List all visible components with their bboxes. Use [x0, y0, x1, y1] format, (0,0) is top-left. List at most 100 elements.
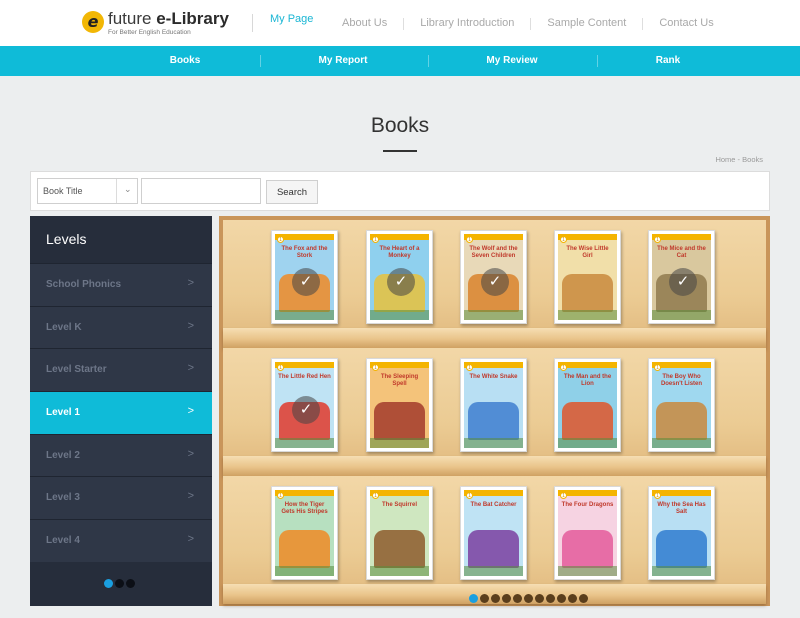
book-illustration: [562, 530, 613, 568]
book-item[interactable]: 1 The Four Dragons: [554, 486, 621, 580]
my-page-link[interactable]: My Page: [270, 13, 313, 25]
book-cover: 1 The Four Dragons: [558, 490, 617, 576]
bookshelf-pager-dot[interactable]: [502, 594, 511, 603]
book-item[interactable]: 1 The Man and the Lion: [554, 358, 621, 452]
book-cover: 1 The Fox and the Stork ✓: [275, 234, 334, 320]
book-illustration: [374, 402, 425, 440]
bookshelf-pager-dot[interactable]: [491, 594, 500, 603]
tab-rank[interactable]: Rank: [588, 46, 748, 76]
sidebar-item-label: Level 3: [46, 492, 80, 504]
book-cover: 1 The Sleeping Spell: [370, 362, 429, 448]
book-illustration: [656, 530, 707, 568]
tab-my-report[interactable]: My Report: [263, 46, 423, 76]
sidebar-item-level-3[interactable]: Level 3 >: [30, 476, 212, 520]
search-type-select[interactable]: Book Title ⌄: [37, 178, 138, 204]
sidebar-item-label: Level K: [46, 321, 82, 333]
sidebar-item-level-k[interactable]: Level K >: [30, 305, 212, 349]
bookshelf-pager-dot[interactable]: [568, 594, 577, 603]
search-button[interactable]: Search: [266, 180, 318, 204]
book-cover: 1 How the Tiger Gets His Stripes: [275, 490, 334, 576]
sidebar-item-level-starter[interactable]: Level Starter >: [30, 348, 212, 392]
chevron-right-icon: >: [187, 405, 194, 418]
logo-name: future e-Library: [108, 9, 229, 28]
book-item[interactable]: 1 Why the Sea Has Salt: [648, 486, 715, 580]
chevron-right-icon: >: [187, 319, 194, 332]
nav-contact-us[interactable]: Contact Us: [659, 17, 713, 30]
sidebar-item-level-2[interactable]: Level 2 >: [30, 433, 212, 477]
page-title: Books: [370, 114, 430, 137]
book-illustration: [656, 402, 707, 440]
sidebar-pager-dot[interactable]: [115, 579, 124, 588]
sidebar-item-school-phonics[interactable]: School Phonics >: [30, 263, 212, 306]
book-item[interactable]: 1 The Sleeping Spell: [366, 358, 433, 452]
level-badge-icon: 1: [560, 364, 567, 371]
sidebar-item-level-1[interactable]: Level 1 >: [30, 391, 212, 434]
read-check-icon: ✓: [387, 268, 415, 296]
book-item[interactable]: 1 The Boy Who Doesn't Listen: [648, 358, 715, 452]
book-item[interactable]: 1 The Mice and the Cat ✓: [648, 230, 715, 324]
bookshelf-pager-dot[interactable]: [557, 594, 566, 603]
bookshelf-pager-dot[interactable]: [524, 594, 533, 603]
tab-my-review[interactable]: My Review: [432, 46, 592, 76]
book-illustration: [468, 402, 519, 440]
book-cover: 1 The White Snake: [464, 362, 523, 448]
book-title: The Mice and the Cat: [657, 246, 706, 259]
tab-books[interactable]: Books: [105, 46, 265, 76]
book-title: The Sleeping Spell: [380, 374, 419, 387]
bookshelf-pager-dot[interactable]: [513, 594, 522, 603]
level-badge-icon: 1: [277, 492, 284, 499]
book-item[interactable]: 1 The White Snake: [460, 358, 527, 452]
level-badge-icon: 1: [372, 236, 379, 243]
level-badge-icon: 1: [466, 492, 473, 499]
level-badge-icon: 1: [560, 236, 567, 243]
book-title: The Fox and the Stork: [281, 246, 328, 259]
sidebar-item-level-4[interactable]: Level 4 >: [30, 519, 212, 562]
book-cover: 1 The Wise Little Girl: [558, 234, 617, 320]
read-check-icon: ✓: [292, 396, 320, 424]
book-item[interactable]: 1 The Fox and the Stork ✓: [271, 230, 338, 324]
chevron-down-icon: ⌄: [124, 184, 132, 194]
book-item[interactable]: 1 The Heart of a Monkey ✓: [366, 230, 433, 324]
bookshelf-pager-dot[interactable]: [546, 594, 555, 603]
book-cover: 1 The Heart of a Monkey ✓: [370, 234, 429, 320]
nav-sample-content[interactable]: Sample Content: [547, 17, 626, 30]
site-header: e future e-Library For Better English Ed…: [0, 0, 800, 46]
sidebar-title: Levels: [46, 231, 87, 247]
book-title: The Bat Catcher: [470, 502, 517, 508]
level-badge-icon: 1: [466, 236, 473, 243]
book-item[interactable]: 1 The Little Red Hen ✓: [271, 358, 338, 452]
level-badge-icon: 1: [466, 364, 473, 371]
book-cover: 1 The Mice and the Cat ✓: [652, 234, 711, 320]
nav-library-introduction[interactable]: Library Introduction: [420, 17, 514, 30]
bookshelf-pager-dot[interactable]: [480, 594, 489, 603]
level-badge-icon: 1: [654, 492, 661, 499]
read-check-icon: ✓: [481, 268, 509, 296]
sidebar-pager: [104, 579, 137, 588]
bookshelf-pager: [469, 594, 590, 603]
search-input[interactable]: [141, 178, 261, 204]
nav-about-us[interactable]: About Us: [342, 17, 387, 30]
logo-e-icon: e: [82, 11, 104, 33]
sidebar-pager-dot[interactable]: [104, 579, 113, 588]
book-item[interactable]: 1 The Squirrel: [366, 486, 433, 580]
read-check-icon: ✓: [669, 268, 697, 296]
book-title: The Wolf and the Seven Children: [469, 246, 518, 259]
bookshelf-pager-dot[interactable]: [579, 594, 588, 603]
book-title: The Heart of a Monkey: [379, 246, 420, 259]
sidebar-pager-dot[interactable]: [126, 579, 135, 588]
book-cover: 1 The Man and the Lion: [558, 362, 617, 448]
book-title: The Squirrel: [381, 502, 417, 508]
book-title: The Man and the Lion: [563, 374, 612, 387]
book-illustration: [374, 530, 425, 568]
read-check-icon: ✓: [292, 268, 320, 296]
book-item[interactable]: 1 The Bat Catcher: [460, 486, 527, 580]
book-item[interactable]: 1 The Wolf and the Seven Children ✓: [460, 230, 527, 324]
bookshelf: 1 The Fox and the Stork ✓ 1 The Heart of a M…: [219, 216, 770, 606]
book-title: Why the Sea Has Salt: [657, 502, 706, 515]
book-item[interactable]: 1 The Wise Little Girl: [554, 230, 621, 324]
chevron-right-icon: >: [187, 490, 194, 503]
bookshelf-pager-dot[interactable]: [469, 594, 478, 603]
book-item[interactable]: 1 How the Tiger Gets His Stripes: [271, 486, 338, 580]
site-logo[interactable]: e future e-Library For Better English Ed…: [82, 10, 229, 36]
bookshelf-pager-dot[interactable]: [535, 594, 544, 603]
